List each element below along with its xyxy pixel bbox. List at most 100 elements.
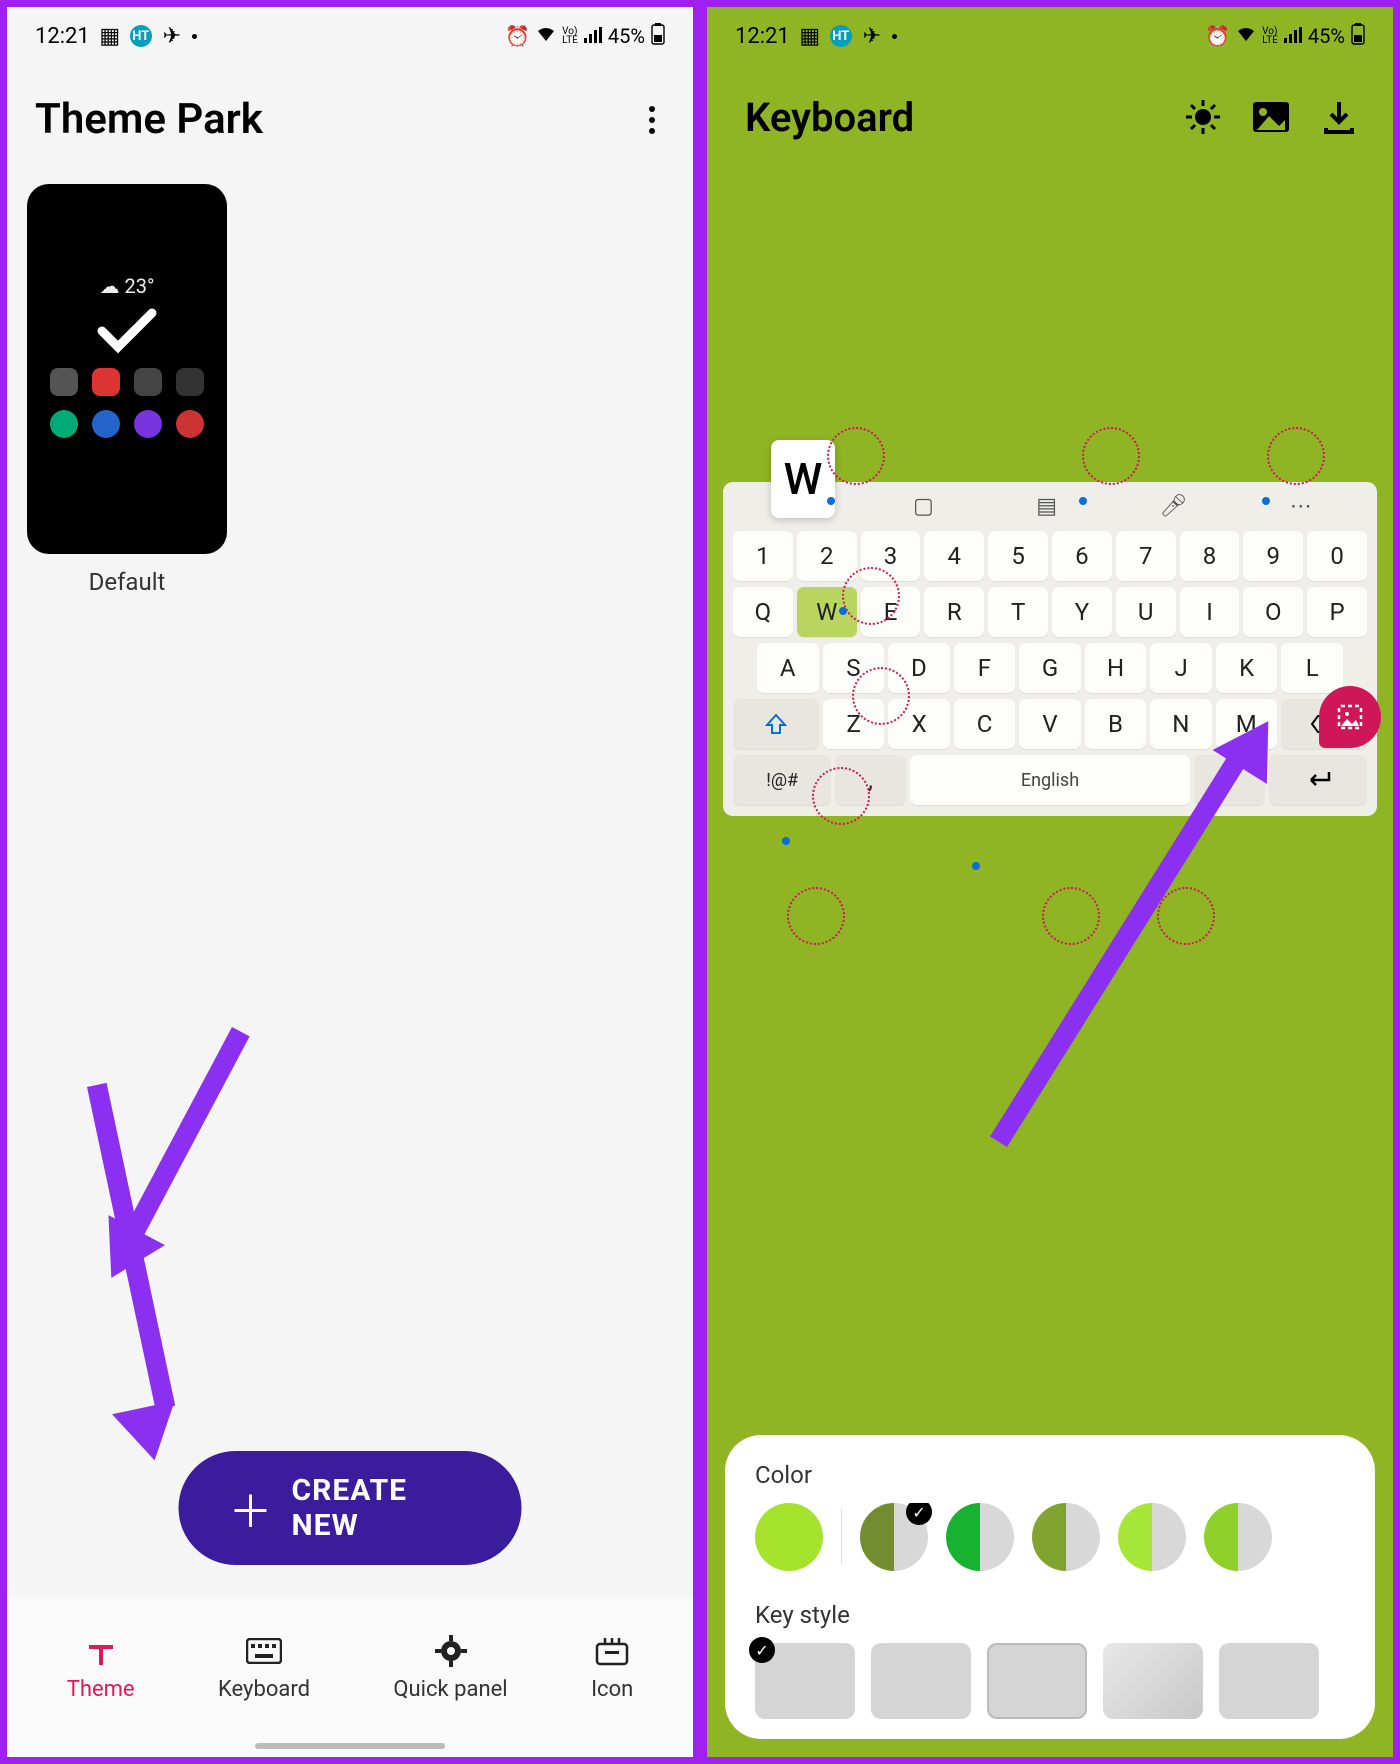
key-I[interactable]: I bbox=[1180, 587, 1240, 637]
anchor-dot bbox=[1079, 497, 1087, 505]
color-swatch-primary[interactable] bbox=[755, 1503, 823, 1571]
alarm-icon: ⏰ bbox=[1205, 24, 1230, 48]
selected-check-icon bbox=[96, 299, 158, 370]
clipboard-icon[interactable]: ▤ bbox=[1036, 494, 1057, 520]
signal-icon bbox=[1284, 24, 1302, 48]
key-P[interactable]: P bbox=[1307, 587, 1367, 637]
key-H[interactable]: H bbox=[1085, 643, 1147, 693]
brightness-button[interactable] bbox=[1179, 93, 1227, 141]
enter-key[interactable] bbox=[1269, 755, 1367, 805]
key-2[interactable]: 2 bbox=[797, 531, 857, 581]
key-J[interactable]: J bbox=[1150, 643, 1212, 693]
sticker-icon[interactable]: ▢ bbox=[913, 494, 934, 520]
tab-icon[interactable]: Icon bbox=[591, 1633, 633, 1702]
annotation-circle bbox=[787, 887, 845, 945]
create-new-button[interactable]: ＋ CREATE NEW bbox=[179, 1451, 522, 1565]
mic-icon[interactable]: 🎤︎ bbox=[1159, 494, 1187, 520]
theme-label: Default bbox=[27, 568, 227, 596]
key-N[interactable]: N bbox=[1150, 699, 1211, 749]
volte-icon: Vo)LTE bbox=[562, 27, 578, 45]
battery-text: 45% bbox=[1308, 24, 1345, 48]
thumb-app-icon bbox=[50, 410, 78, 438]
background-image-button[interactable] bbox=[1247, 93, 1295, 141]
key-7[interactable]: 7 bbox=[1116, 531, 1176, 581]
status-bar: 12:21 ▦ HT ✈ ⏰ Vo)LTE 45% bbox=[7, 7, 693, 65]
gallery-status-icon: ▦ bbox=[100, 26, 120, 46]
keystyle-options: ✓ bbox=[755, 1643, 1345, 1719]
status-time: 12:21 bbox=[735, 24, 790, 49]
anchor-dot bbox=[782, 837, 790, 845]
space-key[interactable]: English bbox=[910, 755, 1191, 805]
telegram-status-icon: ✈ bbox=[162, 26, 182, 46]
wifi-icon bbox=[536, 24, 556, 48]
download-button[interactable] bbox=[1315, 93, 1363, 141]
keystyle-option-3[interactable] bbox=[987, 1643, 1087, 1719]
options-card: Color ✓ Key style ✓ bbox=[725, 1435, 1375, 1739]
key-F[interactable]: F bbox=[954, 643, 1016, 693]
annotation-circle bbox=[1082, 427, 1140, 485]
tab-theme[interactable]: Theme bbox=[67, 1633, 135, 1702]
thumb-app-icon bbox=[50, 368, 78, 396]
color-swatch-6[interactable] bbox=[1204, 1503, 1272, 1571]
battery-text: 45% bbox=[608, 24, 645, 48]
qwerty-row-2: ASDFGHJKL bbox=[727, 640, 1373, 696]
overflow-menu-button[interactable] bbox=[639, 96, 665, 144]
color-swatches: ✓ bbox=[755, 1503, 1345, 1575]
key-C[interactable]: C bbox=[954, 699, 1015, 749]
thumb-app-icon bbox=[92, 410, 120, 438]
keystyle-option-4[interactable] bbox=[1103, 1643, 1203, 1719]
thumb-app-icon bbox=[92, 368, 120, 396]
key-U[interactable]: U bbox=[1116, 587, 1176, 637]
theme-default[interactable]: ☁ 23° Default bbox=[27, 184, 227, 596]
key-Q[interactable]: Q bbox=[733, 587, 793, 637]
key-0[interactable]: 0 bbox=[1307, 531, 1367, 581]
key-R[interactable]: R bbox=[924, 587, 984, 637]
create-new-label: CREATE NEW bbox=[292, 1473, 472, 1543]
thumb-app-icon bbox=[176, 368, 204, 396]
anchor-dot bbox=[1262, 497, 1270, 505]
shift-key[interactable] bbox=[733, 699, 819, 749]
color-swatch-2[interactable]: ✓ bbox=[860, 1503, 928, 1571]
keystyle-option-5[interactable] bbox=[1219, 1643, 1319, 1719]
key-1[interactable]: 1 bbox=[733, 531, 793, 581]
key-A[interactable]: A bbox=[757, 643, 819, 693]
selected-check-icon: ✓ bbox=[906, 1503, 932, 1525]
key-5[interactable]: 5 bbox=[988, 531, 1048, 581]
image-picker-bubble[interactable] bbox=[1319, 686, 1381, 748]
key-Y[interactable]: Y bbox=[1052, 587, 1112, 637]
annotation-circle bbox=[1157, 887, 1215, 945]
key-B[interactable]: B bbox=[1085, 699, 1146, 749]
key-T[interactable]: T bbox=[988, 587, 1048, 637]
key-O[interactable]: O bbox=[1243, 587, 1303, 637]
more-icon[interactable]: ⋯ bbox=[1290, 494, 1312, 520]
key-9[interactable]: 9 bbox=[1243, 531, 1303, 581]
keystyle-option-1[interactable]: ✓ bbox=[755, 1643, 855, 1719]
key-L[interactable]: L bbox=[1281, 643, 1343, 693]
home-indicator[interactable] bbox=[255, 1743, 445, 1749]
theme-thumbnail: ☁ 23° bbox=[27, 184, 227, 554]
qwerty-row-1: QWERTYUIOP bbox=[727, 584, 1373, 640]
more-notifications-dot bbox=[192, 34, 197, 39]
theme-weather-widget: ☁ 23° bbox=[100, 274, 155, 298]
thumb-app-icon bbox=[176, 410, 204, 438]
key-G[interactable]: G bbox=[1019, 643, 1081, 693]
alarm-icon: ⏰ bbox=[505, 24, 530, 48]
color-swatch-5[interactable] bbox=[1118, 1503, 1186, 1571]
number-row: 1234567890 bbox=[727, 528, 1373, 584]
key-4[interactable]: 4 bbox=[924, 531, 984, 581]
color-swatch-4[interactable] bbox=[1032, 1503, 1100, 1571]
key-K[interactable]: K bbox=[1216, 643, 1278, 693]
bottom-tabs: Theme Keyboard Quick panel Icon bbox=[7, 1597, 693, 1757]
key-V[interactable]: V bbox=[1019, 699, 1080, 749]
thumb-app-icon bbox=[134, 410, 162, 438]
tab-keyboard[interactable]: Keyboard bbox=[218, 1633, 310, 1702]
key-8[interactable]: 8 bbox=[1180, 531, 1240, 581]
keyboard-tab-icon bbox=[246, 1633, 282, 1669]
status-time: 12:21 bbox=[35, 24, 90, 49]
key-6[interactable]: 6 bbox=[1052, 531, 1112, 581]
page-title: Keyboard bbox=[745, 94, 1159, 141]
battery-icon bbox=[651, 23, 665, 50]
keystyle-option-2[interactable] bbox=[871, 1643, 971, 1719]
color-swatch-3[interactable] bbox=[946, 1503, 1014, 1571]
tab-quickpanel[interactable]: Quick panel bbox=[393, 1633, 507, 1702]
